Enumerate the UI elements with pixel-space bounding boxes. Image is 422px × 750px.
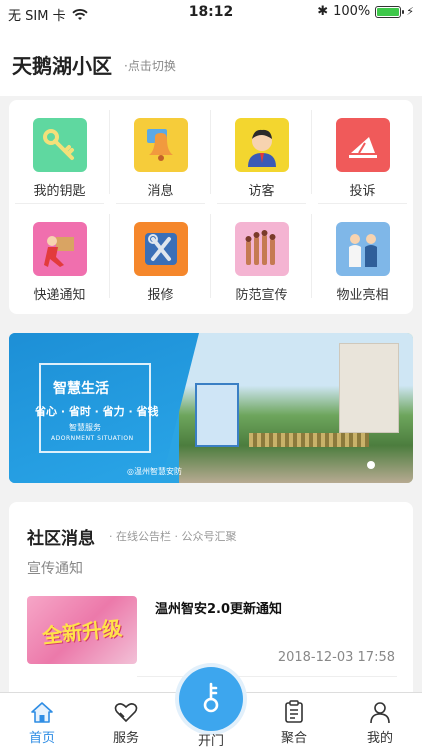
tab-home[interactable]: 首页 bbox=[0, 693, 84, 750]
menu-label: 防范宣传 bbox=[235, 288, 288, 303]
tab-label: 开门 bbox=[197, 734, 224, 749]
carousel-indicator[interactable] bbox=[367, 461, 375, 469]
banner-brand: ◎温州智慧安防 bbox=[127, 467, 182, 476]
header: 天鹅湖小区 ·点击切换 bbox=[0, 26, 422, 96]
service-icon bbox=[114, 703, 138, 723]
menu-item-delivery[interactable]: 快递通知 bbox=[9, 204, 110, 308]
tab-service[interactable]: 服务 bbox=[84, 693, 168, 750]
banner-sign bbox=[195, 383, 239, 447]
menu-label: 投诉 bbox=[349, 184, 376, 199]
delivery-icon bbox=[32, 222, 87, 276]
community-title[interactable]: 天鹅湖小区 bbox=[12, 50, 112, 79]
key-icon bbox=[32, 118, 87, 172]
prevention-icon bbox=[234, 222, 289, 276]
promo-banner[interactable]: 智慧生活 省心 · 省时 · 省力 · 省钱 智慧服务 ADORNMENT SI… bbox=[9, 333, 413, 483]
battery-percent: 100% bbox=[333, 4, 371, 19]
complaint-icon bbox=[335, 118, 390, 172]
banner-gate bbox=[249, 433, 369, 447]
banner-building bbox=[339, 343, 399, 433]
tab-label: 聚合 bbox=[280, 731, 307, 746]
menu-label: 消息 bbox=[147, 184, 174, 199]
menu-label: 报修 bbox=[147, 288, 174, 303]
banner-english-text: ADORNMENT SITUATION bbox=[51, 435, 134, 442]
tab-label: 首页 bbox=[28, 731, 55, 746]
news-thumbnail[interactable]: 全新升级 bbox=[27, 596, 137, 664]
battery-icon bbox=[375, 5, 405, 18]
news-heading: 社区消息 bbox=[27, 529, 95, 549]
menu-label: 物业亮相 bbox=[336, 288, 389, 303]
menu-item-complaints[interactable]: 投诉 bbox=[312, 100, 413, 204]
banner-subtitle: 省心 · 省时 · 省力 · 省钱 bbox=[35, 405, 159, 418]
bluetooth-icon: ✱ bbox=[317, 4, 329, 19]
menu-label: 快递通知 bbox=[33, 288, 86, 303]
open-door-icon bbox=[203, 682, 219, 713]
bell-icon bbox=[133, 118, 188, 172]
charging-icon: ⚡ bbox=[406, 5, 414, 18]
menu-item-visitors[interactable]: 访客 bbox=[211, 100, 312, 204]
tab-label: 我的 bbox=[366, 731, 393, 746]
status-right: ✱ 100% ⚡ bbox=[317, 4, 414, 19]
news-category[interactable]: 宣传通知 bbox=[27, 558, 83, 578]
switch-community-link[interactable]: ·点击切换 bbox=[124, 57, 176, 74]
menu-item-prevention[interactable]: 防范宣传 bbox=[211, 204, 312, 308]
status-bar: 无 SIM 卡 18:12 ✱ 100% ⚡ bbox=[0, 0, 422, 26]
aggregate-icon bbox=[285, 700, 303, 723]
visitor-icon bbox=[234, 118, 289, 172]
menu-item-messages[interactable]: 消息 bbox=[110, 100, 211, 204]
home-icon bbox=[31, 702, 53, 723]
repair-icon bbox=[133, 222, 188, 276]
menu-item-staff[interactable]: 物业亮相 bbox=[312, 204, 413, 308]
profile-icon bbox=[370, 702, 390, 724]
service-menu: 我的钥匙 消息 访客 投诉 快递通知 报修 防范宣传 物业亮相 bbox=[9, 100, 413, 314]
open-door-button[interactable] bbox=[179, 667, 243, 731]
menu-item-repair[interactable]: 报修 bbox=[110, 204, 211, 308]
thumbnail-text: 全新升级 bbox=[41, 615, 124, 648]
staff-icon bbox=[335, 222, 390, 276]
banner-small-text: 智慧服务 bbox=[69, 423, 101, 432]
tab-label: 服务 bbox=[112, 731, 139, 746]
banner-title: 智慧生活 bbox=[53, 381, 109, 397]
tab-profile[interactable]: 我的 bbox=[338, 693, 422, 750]
menu-item-my-keys[interactable]: 我的钥匙 bbox=[9, 100, 110, 204]
news-item-title[interactable]: 温州智安2.0更新通知 bbox=[155, 598, 282, 617]
menu-label: 我的钥匙 bbox=[33, 184, 86, 199]
news-item-time: 2018-12-03 17:58 bbox=[277, 650, 395, 665]
menu-label: 访客 bbox=[248, 184, 275, 199]
news-subheading: · 在线公告栏 · 公众号汇聚 bbox=[109, 530, 237, 543]
divider bbox=[137, 676, 397, 677]
tab-aggregate[interactable]: 聚合 bbox=[252, 693, 336, 750]
